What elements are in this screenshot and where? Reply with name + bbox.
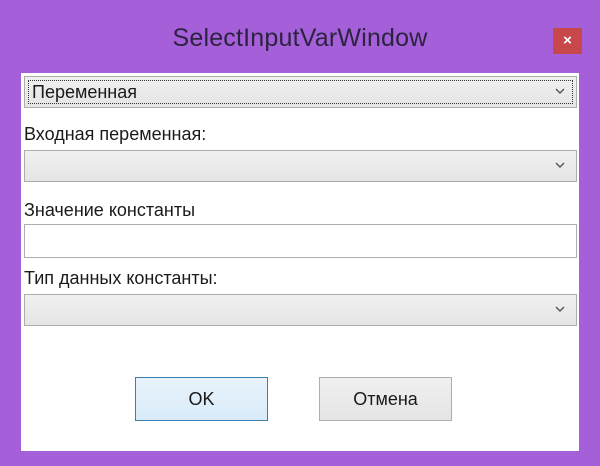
dialog-content: Переменная Входная переменная: Значение … bbox=[21, 73, 579, 451]
constant-type-dropdown[interactable] bbox=[24, 294, 577, 326]
title-bar[interactable]: SelectInputVarWindow × bbox=[0, 0, 600, 68]
constant-value-input[interactable] bbox=[25, 225, 576, 257]
input-variable-label: Входная переменная: bbox=[24, 124, 207, 144]
dialog-window: SelectInputVarWindow × Переменная Входна… bbox=[0, 0, 600, 466]
chevron-down-icon bbox=[555, 162, 565, 168]
input-variable-dropdown[interactable] bbox=[24, 150, 577, 182]
constant-value-label: Значение константы bbox=[24, 200, 196, 220]
ok-button[interactable]: OK bbox=[135, 377, 268, 421]
window-title: SelectInputVarWindow bbox=[172, 24, 428, 52]
cancel-button[interactable]: Отмена bbox=[319, 377, 452, 421]
source-type-dropdown[interactable]: Переменная bbox=[24, 76, 577, 108]
close-button[interactable]: × bbox=[553, 28, 582, 54]
chevron-down-icon bbox=[555, 88, 565, 94]
close-icon: × bbox=[563, 32, 572, 49]
source-type-value: Переменная bbox=[32, 82, 137, 102]
constant-type-label: Тип данных константы: bbox=[24, 268, 218, 288]
chevron-down-icon bbox=[555, 306, 565, 312]
constant-value-field[interactable] bbox=[24, 224, 577, 258]
